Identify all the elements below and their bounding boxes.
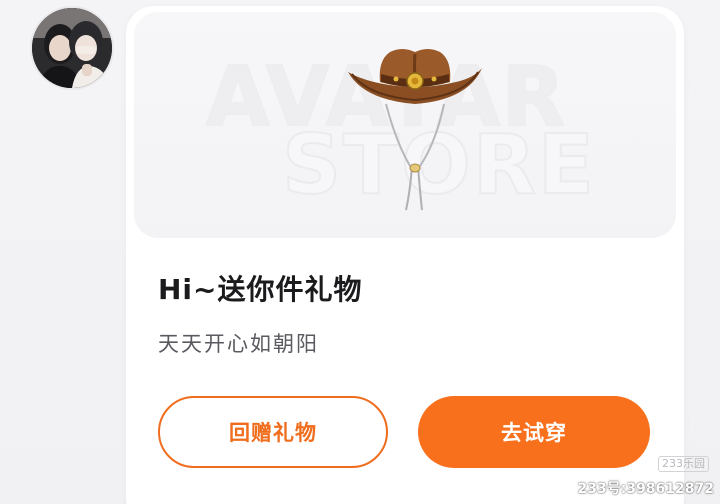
- platform-logo: 233乐园: [658, 456, 709, 472]
- gift-message: 天天开心如朝阳: [158, 332, 319, 356]
- return-gift-button[interactable]: 回赠礼物: [158, 396, 388, 468]
- sender-avatar[interactable]: [32, 8, 112, 88]
- gift-screen: AVATAR STORE: [0, 0, 720, 504]
- item-preview-banner: AVATAR STORE: [134, 12, 676, 238]
- gift-card: AVATAR STORE: [126, 6, 684, 504]
- gift-title: Hi~送你件礼物: [158, 273, 363, 306]
- try-on-button[interactable]: 去试穿: [418, 396, 650, 468]
- avatar-photo-icon: [32, 8, 112, 88]
- cowboy-hat-icon: [348, 49, 482, 211]
- user-id-watermark: 233号:398612872: [577, 481, 715, 497]
